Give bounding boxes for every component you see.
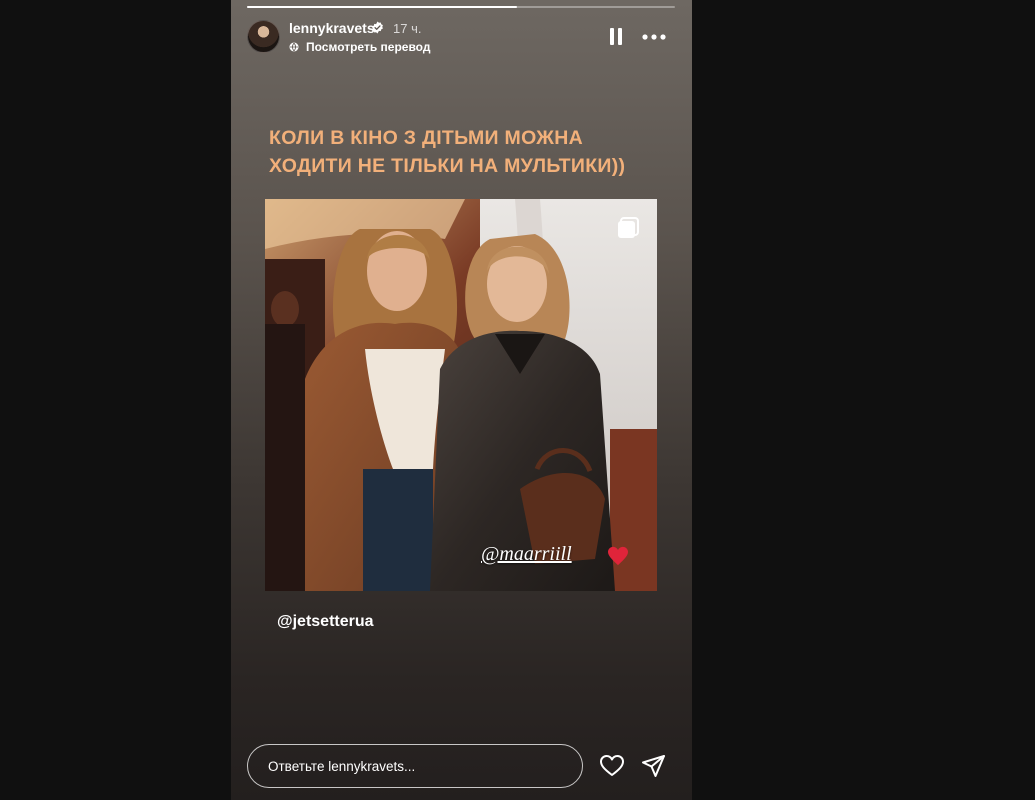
story-progress-bar [247, 6, 675, 8]
globe-icon [289, 42, 299, 52]
multiple-posts-icon [618, 217, 639, 238]
story-headline: КОЛИ В КІНО З ДІТЬМИ МОЖНА ХОДИТИ НЕ ТІЛ… [269, 127, 626, 177]
post-time: 17 ч. [393, 21, 422, 36]
reply-input[interactable] [247, 744, 583, 788]
avatar[interactable] [247, 20, 280, 53]
verified-icon [372, 21, 383, 34]
pause-icon[interactable] [609, 28, 623, 45]
story-progress-fill [247, 6, 517, 8]
like-heart-icon[interactable] [599, 753, 625, 779]
send-icon[interactable] [641, 753, 667, 779]
credit-mention[interactable]: @jetsetterua [277, 613, 374, 631]
more-options-icon[interactable] [641, 28, 667, 46]
photo-mention-tag[interactable]: @maarriill [481, 543, 572, 566]
username[interactable]: lennykravets [289, 20, 375, 36]
see-translation-link[interactable]: Посмотреть перевод [306, 40, 430, 54]
story-photo [265, 199, 657, 591]
red-heart-emoji-icon [608, 546, 628, 566]
page-background: lennykravets 17 ч. Посмотреть перевод КО… [0, 0, 1035, 800]
story-viewer[interactable]: lennykravets 17 ч. Посмотреть перевод КО… [231, 0, 692, 800]
photo-illustration [265, 199, 657, 591]
